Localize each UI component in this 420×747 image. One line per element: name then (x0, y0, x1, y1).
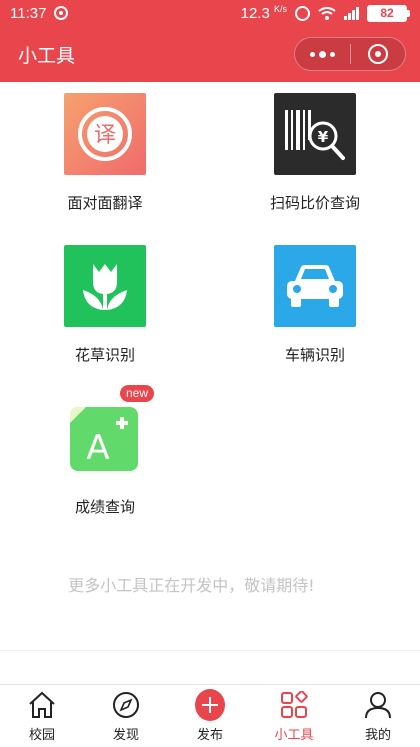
tab-label: 发布 (196, 728, 223, 743)
yen-glyph: ¥ (318, 128, 329, 146)
network-speed-unit: K/s (273, 4, 287, 14)
translate-glyph: 译 (94, 123, 116, 148)
tool-label: 花草识别 (74, 346, 135, 364)
tab-discover[interactable]: 发现 (84, 685, 168, 747)
tools-grid: 译 面对面翻译 ¥ 扫码比价查询 花草识别 车辆识别 A new 成绩查询 (0, 82, 420, 542)
title-bar: 小工具 (0, 26, 420, 82)
tab-mine[interactable]: 我的 (336, 685, 420, 747)
mini-program-capsule (294, 37, 406, 71)
alarm-icon (295, 5, 310, 21)
status-bar: 11:37 12.3 K/s 82 (0, 0, 420, 26)
home-icon (27, 690, 57, 720)
barcode-price-icon: ¥ (274, 93, 356, 175)
dev-note: 更多小工具正在开发中，敬请期待! (68, 576, 315, 595)
tool-flower-identify[interactable]: 花草识别 (10, 234, 200, 374)
battery-icon: 82 (367, 4, 410, 22)
app-indicator-icon (54, 6, 69, 20)
tool-label: 扫码比价查询 (269, 194, 360, 212)
user-icon (363, 690, 393, 720)
tool-face-translate[interactable]: 译 面对面翻译 (10, 82, 200, 222)
page-title: 小工具 (18, 44, 76, 67)
tab-campus[interactable]: 校园 (0, 685, 84, 747)
close-mini-program-button[interactable] (351, 38, 406, 70)
battery-level: 82 (367, 4, 407, 22)
tool-label: 车辆识别 (284, 346, 345, 364)
tab-label: 小工具 (274, 728, 314, 743)
cellular-signal-icon (344, 6, 359, 20)
tab-publish[interactable]: 发布 (168, 685, 252, 747)
tool-label: 成绩查询 (74, 498, 135, 516)
network-speed-value: 12.3 (240, 5, 270, 22)
tool-scan-price[interactable]: ¥ 扫码比价查询 (220, 82, 410, 222)
grid-tools-icon (279, 690, 309, 720)
network-speed: 12.3 K/s (241, 4, 287, 22)
tab-label: 我的 (364, 728, 391, 743)
translate-icon: 译 (64, 93, 146, 175)
tab-label: 校园 (28, 728, 55, 743)
plus-icon (195, 689, 225, 721)
tab-label: 发现 (112, 728, 139, 743)
grade-a-plus-icon: A new (64, 385, 154, 479)
compass-icon (111, 690, 141, 720)
more-options-button[interactable] (295, 38, 350, 70)
new-badge: new (119, 385, 154, 402)
divider (0, 650, 420, 651)
target-close-icon (367, 44, 388, 64)
car-icon (274, 245, 356, 327)
grade-glyph: A (86, 428, 109, 468)
status-time: 11:37 (10, 4, 47, 22)
more-dots-icon (309, 50, 335, 58)
tab-tools[interactable]: 小工具 (252, 685, 336, 747)
tulip-icon (64, 245, 146, 327)
wifi-icon (318, 6, 336, 20)
tab-bar: 校园 发现 发布 小工具 我的 (0, 684, 420, 747)
tool-car-identify[interactable]: 车辆识别 (220, 234, 410, 374)
tool-label: 面对面翻译 (67, 194, 143, 212)
tool-grade-query[interactable]: A new 成绩查询 (10, 385, 200, 526)
